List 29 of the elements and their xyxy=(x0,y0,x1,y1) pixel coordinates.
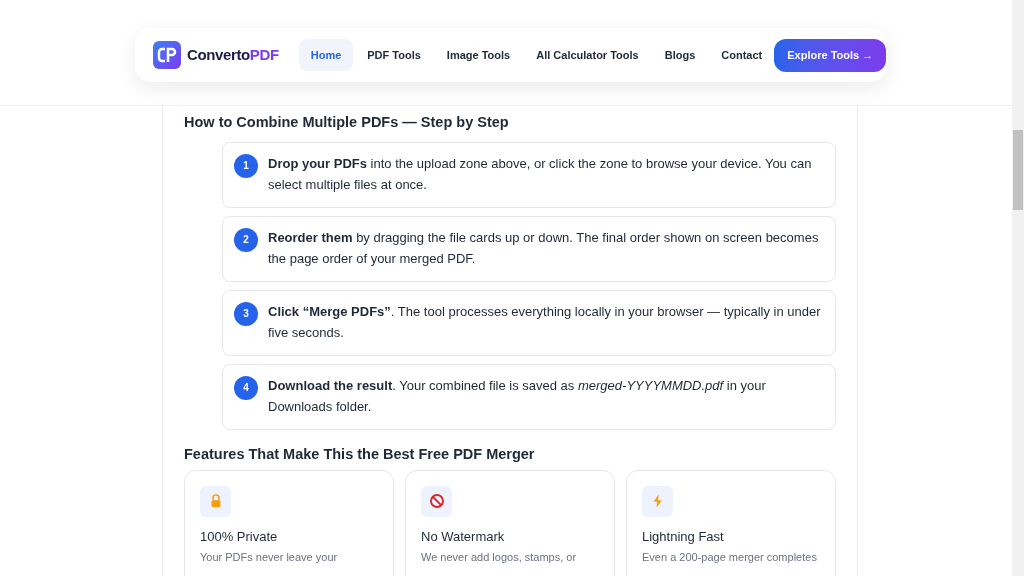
step-number: 2 xyxy=(234,227,258,252)
scrollbar-thumb[interactable] xyxy=(1013,130,1023,210)
step-text: Reorder them by dragging the file cards up or down. The final order shown on screen becomes the page order of your merged PDF. xyxy=(268,228,820,268)
nav-link[interactable]: Blogs xyxy=(652,38,708,72)
feature-title: Lightning Fast xyxy=(642,527,725,546)
step-text: Drop your PDFs into the upload zone above, or click the zone to browse your device. You can select multiple files at once. xyxy=(268,154,813,194)
nav-link[interactable]: PDF Tools xyxy=(355,38,433,72)
step-number: 1 xyxy=(234,153,258,178)
lock-icon xyxy=(200,485,231,517)
nav-link[interactable]: All Calculator Tools xyxy=(524,38,651,72)
step-text: Click “Merge PDFs”. The tool processes everything locally in your browser — typically in under five seconds. xyxy=(268,302,822,342)
explore-tools-button[interactable]: Explore Tools → xyxy=(774,38,887,72)
feature-text: We never add logos, stamps, or xyxy=(421,550,578,565)
section-heading: Features That Make This the Best Free PDF Merger xyxy=(184,444,536,464)
logo-text[interactable]: ConvertoPDF xyxy=(187,43,279,67)
feature-title: 100% Private xyxy=(200,527,279,546)
logo-icon xyxy=(153,41,181,69)
lightning-icon xyxy=(642,485,673,517)
step-text: Download the result. Your combined file is saved as merged-YYYYMMDD.pdf in your Downloads folder. xyxy=(268,376,767,416)
step-number: 3 xyxy=(234,301,258,326)
nav-link[interactable]: Contact xyxy=(709,38,775,72)
nav-link[interactable]: Image Tools xyxy=(434,38,523,72)
section-heading: How to Combine Multiple PDFs — Step by Step xyxy=(184,113,510,132)
feature-title: No Watermark xyxy=(421,527,506,546)
nav-link[interactable]: Home xyxy=(298,38,354,72)
feature-text: Your PDFs never leave your xyxy=(200,550,339,565)
step-number: 4 xyxy=(234,375,258,400)
feature-text: Even a 200-page merger completes xyxy=(642,550,818,565)
forbidden-icon xyxy=(421,485,452,517)
